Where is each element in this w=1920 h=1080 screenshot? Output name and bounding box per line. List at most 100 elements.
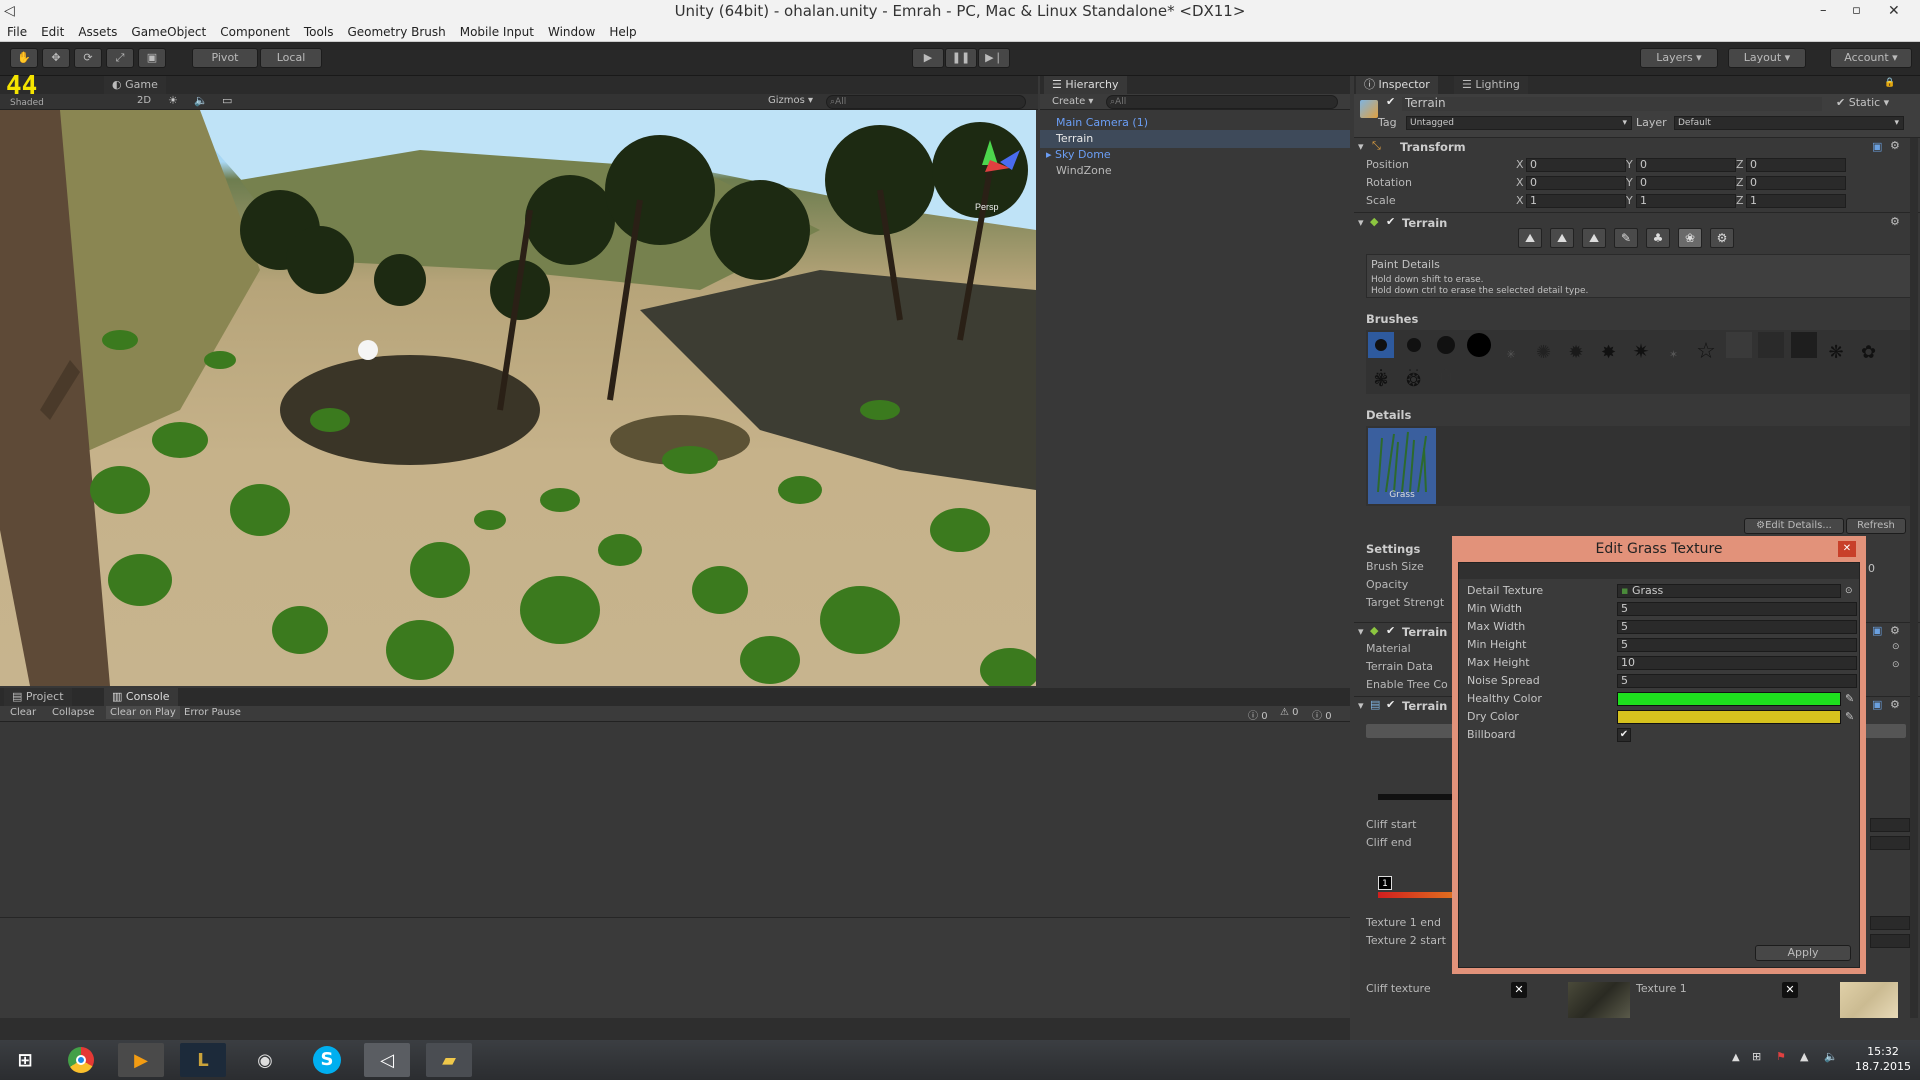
terrain-enabled-checkbox[interactable]: ✔ — [1386, 215, 1395, 228]
brush-noise-3[interactable] — [1790, 332, 1817, 358]
brush-soft-small[interactable] — [1368, 332, 1394, 358]
settings-gear-icon[interactable]: ⚙ — [1890, 215, 1900, 228]
rotation-x-field[interactable]: 0 — [1526, 176, 1626, 190]
tray-wifi-icon[interactable]: ▲ — [1800, 1050, 1808, 1063]
sun-icon[interactable]: ☀ — [168, 94, 178, 107]
hierarchy-item-windzone[interactable]: WindZone — [1056, 162, 1112, 180]
position-y-field[interactable]: 0 — [1636, 158, 1736, 172]
smooth-height-icon[interactable]: ⛰ — [1582, 228, 1606, 248]
position-z-field[interactable]: 0 — [1746, 158, 1846, 172]
foldout-arrow-icon[interactable]: ▾ — [1358, 216, 1364, 229]
object-picker-icon[interactable]: ⊙ — [1845, 583, 1853, 599]
billboard-checkbox[interactable]: ✔ — [1617, 728, 1631, 742]
help-icon[interactable]: ▣ — [1872, 624, 1882, 637]
apply-button[interactable]: Apply — [1755, 945, 1851, 961]
tab-console[interactable]: ▥ Console — [104, 688, 178, 706]
brush-splat-4[interactable]: ✷ — [1628, 338, 1654, 364]
foldout-arrow-icon[interactable]: ▾ — [1358, 140, 1364, 153]
settings-gear-icon[interactable]: ⚙ — [1890, 624, 1900, 637]
unity-icon[interactable]: ◁ — [364, 1043, 410, 1077]
rotation-y-field[interactable]: 0 — [1636, 176, 1736, 190]
texture-1-end-field[interactable] — [1870, 916, 1910, 930]
texture-1-thumbnail[interactable] — [1840, 982, 1898, 1018]
foldout-arrow-icon[interactable]: ▾ — [1358, 699, 1364, 712]
account-dropdown[interactable]: Account ▾ — [1830, 48, 1912, 68]
eyedropper-icon[interactable]: ✎ — [1845, 709, 1854, 725]
noise-spread-field[interactable]: 5 — [1617, 674, 1857, 688]
tray-flag-icon[interactable]: ⚑ — [1776, 1050, 1786, 1063]
create-dropdown[interactable]: Create ▾ — [1052, 96, 1093, 107]
maximize-button[interactable]: ▫ — [1852, 0, 1861, 22]
max-width-field[interactable]: 5 — [1617, 620, 1857, 634]
info-count[interactable]: ⓘ 0 — [1248, 707, 1268, 722]
active-checkbox[interactable]: ✔ — [1386, 95, 1395, 108]
inspector-scrollbar[interactable] — [1910, 138, 1918, 1018]
tab-lighting[interactable]: ☰ Lighting — [1454, 76, 1528, 94]
menu-window[interactable]: Window — [541, 22, 602, 39]
audio-icon[interactable]: 🔈 — [194, 94, 208, 107]
windows-start-icon[interactable]: ⊞ — [2, 1043, 48, 1077]
max-height-field[interactable]: 10 — [1617, 656, 1857, 670]
scene-search-input[interactable]: ⌕All — [826, 95, 1026, 109]
menu-geometry-brush[interactable]: Geometry Brush — [340, 22, 452, 39]
collider-enabled-checkbox[interactable]: ✔ — [1386, 624, 1395, 637]
texture-marker[interactable]: 1 — [1378, 876, 1392, 890]
tab-inspector[interactable]: ⓘ Inspector — [1356, 76, 1438, 94]
brush-dots-2[interactable]: ⁙ — [1401, 362, 1427, 388]
position-x-field[interactable]: 0 — [1526, 158, 1626, 172]
cliff-texture-thumbnail[interactable] — [1568, 982, 1630, 1018]
rotate-tool-button[interactable]: ⟳ — [74, 48, 102, 68]
file-explorer-icon[interactable]: ▰ — [426, 1043, 472, 1077]
transform-header[interactable]: ▾ ⤡ Transform ▣ ⚙ — [1354, 138, 1920, 156]
toggle-2d[interactable]: 2D — [137, 95, 151, 106]
edit-details-button[interactable]: ⚙Edit Details... — [1744, 518, 1844, 534]
healthy-color-swatch[interactable] — [1617, 692, 1841, 706]
rect-tool-button[interactable]: ▣ — [138, 48, 166, 68]
step-button[interactable]: ▶❘ — [978, 48, 1010, 68]
settings-gear-icon[interactable]: ⚙ — [1890, 139, 1900, 152]
detail-texture-field[interactable]: ▪ Grass — [1617, 584, 1841, 598]
scale-y-field[interactable]: 1 — [1636, 194, 1736, 208]
dialog-titlebar[interactable]: Edit Grass Texture ✕ — [1452, 536, 1866, 562]
menu-mobile-input[interactable]: Mobile Input — [453, 22, 541, 39]
league-icon[interactable]: L — [180, 1043, 226, 1077]
local-toggle[interactable]: Local — [260, 48, 322, 68]
hand-tool-button[interactable]: ✋ — [10, 48, 38, 68]
error-count[interactable]: ⓘ 0 — [1312, 707, 1332, 722]
brush-round-1[interactable] — [1401, 332, 1427, 358]
rotation-z-field[interactable]: 0 — [1746, 176, 1846, 190]
settings-gear-icon[interactable]: ⚙ — [1890, 698, 1900, 711]
terrain-settings-icon[interactable]: ⚙ — [1710, 228, 1734, 248]
brush-round-2[interactable] — [1433, 332, 1459, 358]
place-trees-icon[interactable]: ♣ — [1646, 228, 1670, 248]
layers-dropdown[interactable]: Layers ▾ — [1640, 48, 1718, 68]
minimize-button[interactable]: – — [1820, 0, 1827, 22]
tray-arrow-icon[interactable]: ▲ — [1732, 1052, 1740, 1063]
refresh-button[interactable]: Refresh — [1846, 518, 1906, 534]
menu-gameobject[interactable]: GameObject — [124, 22, 213, 39]
paint-height-icon[interactable]: ⛰ — [1550, 228, 1574, 248]
error-pause-button[interactable]: Error Pause — [184, 707, 241, 718]
menu-help[interactable]: Help — [602, 22, 643, 39]
cliff-texture-clear-icon[interactable]: ✕ — [1511, 982, 1527, 998]
menu-tools[interactable]: Tools — [297, 22, 341, 39]
taskbar-clock[interactable]: 15:32 18.7.2015 — [1848, 1044, 1918, 1074]
foldout-arrow-icon[interactable]: ▾ — [1358, 625, 1364, 638]
object-name-field[interactable]: Terrain — [1402, 97, 1822, 111]
texture-1-clear-icon[interactable]: ✕ — [1782, 982, 1798, 998]
cliff-start-field[interactable] — [1870, 818, 1910, 832]
scene-viewport[interactable]: Persp — [0, 110, 1036, 686]
paint-details-icon[interactable]: ❀ — [1678, 228, 1702, 248]
layer-dropdown[interactable]: Default ▾ — [1674, 116, 1904, 130]
tab-hierarchy[interactable]: ☰ Hierarchy — [1044, 76, 1127, 94]
skype-icon[interactable]: S — [304, 1043, 350, 1077]
lock-icon[interactable]: 🔒 — [1884, 78, 1895, 88]
help-icon[interactable]: ▣ — [1872, 140, 1882, 153]
brush-noise-1[interactable] — [1725, 332, 1752, 358]
scale-x-field[interactable]: 1 — [1526, 194, 1626, 208]
brush-dots-3[interactable]: ⁂ — [1433, 362, 1459, 388]
scale-z-field[interactable]: 1 — [1746, 194, 1846, 208]
image-effects-icon[interactable]: ▭ — [222, 94, 232, 107]
chrome-icon[interactable] — [58, 1043, 104, 1077]
console-log-area[interactable] — [0, 722, 1350, 918]
